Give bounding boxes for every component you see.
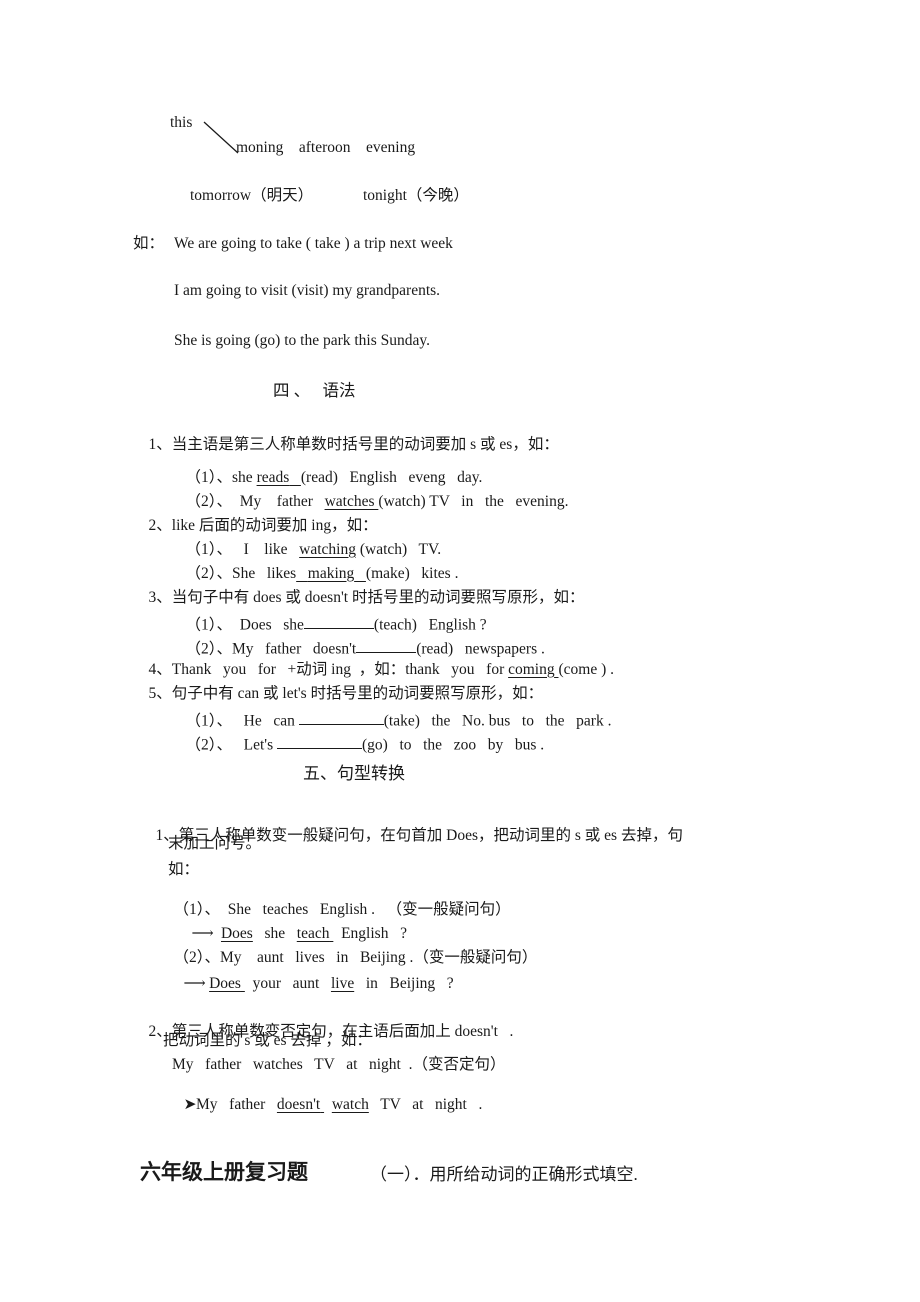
example-sentence-1: We are going to take ( take ) a trip nex… <box>174 235 453 252</box>
answer-blank <box>277 734 362 749</box>
example-suffix: (watch) TV in the evening. <box>378 492 569 510</box>
conversion-rule-2-line2: 把动词里的 s 或 es 去掉 ，如： <box>163 1032 372 1049</box>
rule-1-number: 1、 <box>148 435 172 453</box>
example-text: My father <box>196 1095 266 1113</box>
example-sentence-2: I am going to visit (visit) my grandpare… <box>174 282 441 299</box>
document-page: this moning afteroon evening tomorrow（明天… <box>0 0 920 1302</box>
example-suffix: (go) to the zoo by bus . <box>362 735 545 753</box>
rule-5-example-2: （2）、 Let's (go) to the zoo by bus . <box>170 718 545 768</box>
time-word-tomorrow: tomorrow（明天） <box>190 187 314 204</box>
section-four-heading: 四 、 语法 <box>273 381 356 400</box>
section-five-heading: 五、句型转换 <box>303 764 405 783</box>
conversion-rule-1-ru: 如： <box>168 861 200 878</box>
conversion-example-3-result: ➤My father doesn't watch TV at night . <box>168 1081 483 1128</box>
example-prefix: Let's <box>243 735 274 753</box>
example-text: in Beijing ? <box>365 974 454 992</box>
example-text: your aunt <box>252 974 320 992</box>
right-arrow-icon: ➤ <box>183 1095 197 1113</box>
conversion-example-2-result: ⟶ Does your aunt live in Beijing ? <box>168 960 454 1007</box>
rule-2-number: 2、 <box>148 516 172 534</box>
example-sentence-3: She is going (go) to the park this Sunda… <box>174 332 431 349</box>
answer-word: Does <box>209 974 241 992</box>
conversion-example-3-source: My father watches TV at night .（变否定句） <box>172 1056 506 1073</box>
answer-word: doesn't <box>276 1095 321 1113</box>
conversion-rule-1-line2: 末加上问号。 <box>168 835 262 852</box>
rule-4-text-post: (come ) . <box>558 660 615 678</box>
rule-5-number: 5、 <box>148 684 172 702</box>
rule-3-number: 3、 <box>148 588 172 606</box>
bottom-title: 六年级上册复习题 <box>140 1160 308 1184</box>
right-arrow-icon: ⟶ <box>183 974 206 992</box>
time-word-this-items: moning afteroon evening <box>236 139 416 156</box>
answer-word: watch <box>331 1095 369 1113</box>
bottom-title-subtitle: （一）．用所给动词的正确形式填空. <box>370 1165 638 1184</box>
examples-marker: 如： <box>133 235 165 252</box>
example-text: TV at night . <box>380 1095 483 1113</box>
rule-1-text: 当主语是第三人称单数时括号里的动词要加 s 或 es，如： <box>171 435 559 453</box>
answer-word: live <box>330 974 355 992</box>
example-label: （2）、 <box>185 735 233 753</box>
time-word-this-label: this <box>170 114 193 131</box>
time-word-tonight: tonight（今晚） <box>363 187 469 204</box>
